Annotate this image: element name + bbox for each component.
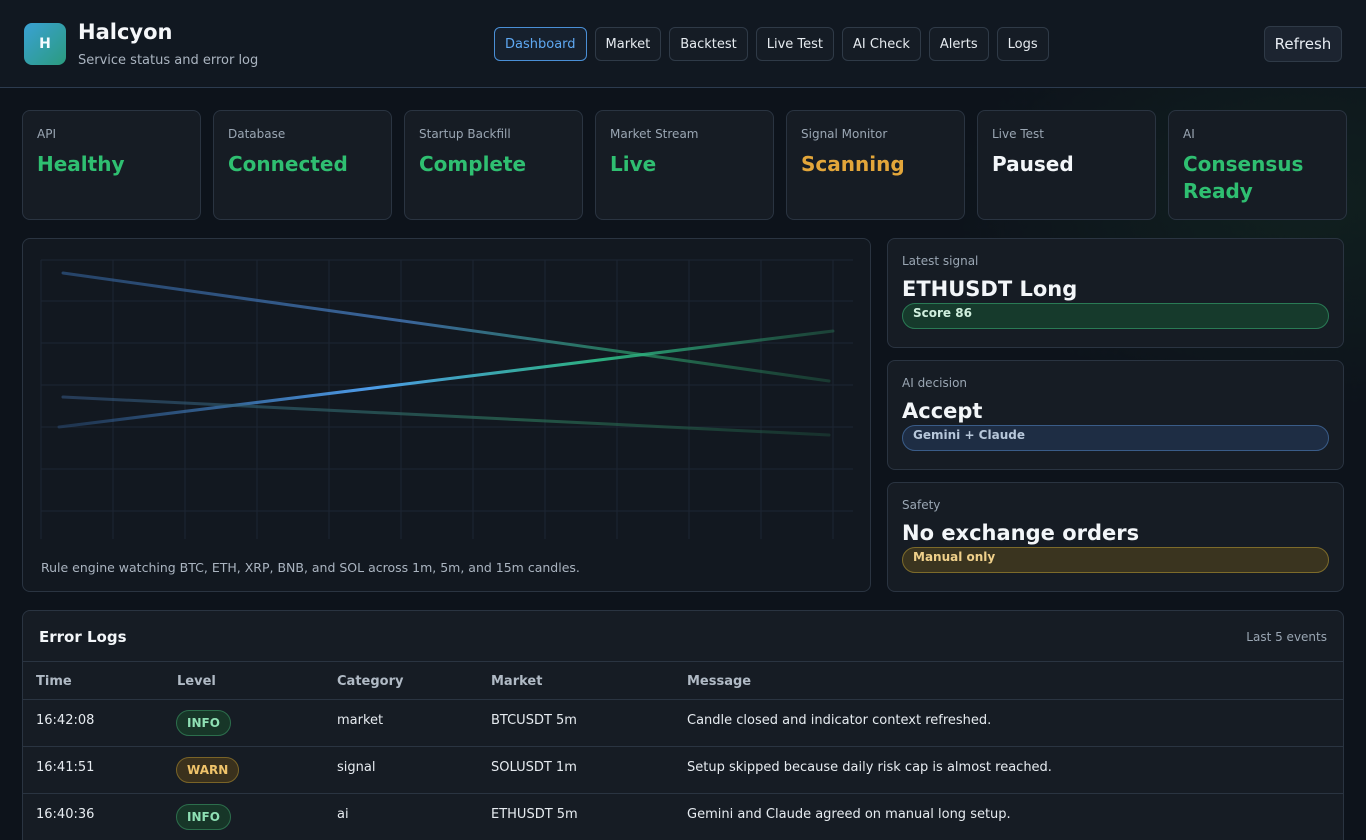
status-value: Paused bbox=[992, 152, 1074, 176]
card-label: Latest signal bbox=[902, 254, 979, 268]
level-badge: INFO bbox=[176, 710, 231, 736]
status-label: Signal Monitor bbox=[801, 127, 888, 141]
status-card-api: API Healthy bbox=[22, 110, 201, 220]
main-nav: Dashboard Market Backtest Live Test AI C… bbox=[494, 27, 1049, 61]
column-level: Level bbox=[177, 674, 216, 689]
decorative-chart bbox=[40, 259, 853, 539]
market-visual-panel: Rule engine watching BTC, ETH, XRP, BNB,… bbox=[22, 238, 871, 592]
card-label: AI decision bbox=[902, 376, 968, 390]
status-value: Connected bbox=[228, 152, 348, 176]
level-badge: INFO bbox=[176, 804, 231, 830]
nav-market[interactable]: Market bbox=[594, 27, 662, 61]
chart-caption: Rule engine watching BTC, ETH, XRP, BNB,… bbox=[41, 560, 580, 575]
status-card-market-stream: Market Stream Live bbox=[595, 110, 774, 220]
status-cards: API Healthy Database Connected Startup B… bbox=[22, 110, 1347, 220]
logs-count: Last 5 events bbox=[1246, 630, 1327, 644]
level-badge: WARN bbox=[176, 757, 240, 783]
status-label: API bbox=[37, 127, 56, 141]
status-card-ai: AI Consensus Ready bbox=[1168, 110, 1347, 220]
status-value: Live bbox=[610, 152, 657, 176]
row-message: Gemini and Claude agreed on manual long … bbox=[687, 807, 1011, 822]
row-message: Setup skipped because daily risk cap is … bbox=[687, 760, 1052, 775]
app-subtitle: Service status and error log bbox=[78, 53, 259, 68]
nav-ai-check[interactable]: AI Check bbox=[842, 27, 921, 61]
score-badge: Score 86 bbox=[902, 303, 1329, 329]
card-label: Safety bbox=[902, 498, 941, 512]
nav-backtest[interactable]: Backtest bbox=[669, 27, 748, 61]
status-value: Scanning bbox=[801, 152, 905, 176]
models-badge: Gemini + Claude bbox=[902, 425, 1329, 451]
status-value: Healthy bbox=[37, 152, 125, 176]
table-row: 16:41:51 WARN signal SOLUSDT 1m Setup sk… bbox=[23, 747, 1343, 794]
row-message: Candle closed and indicator context refr… bbox=[687, 713, 992, 728]
status-card-startup-backfill: Startup Backfill Complete bbox=[404, 110, 583, 220]
status-card-database: Database Connected bbox=[213, 110, 392, 220]
ai-decision-card: AI decision Accept Gemini + Claude bbox=[887, 360, 1344, 470]
app-title: Halcyon bbox=[78, 20, 173, 44]
column-time: Time bbox=[36, 674, 72, 689]
error-logs-panel: Error Logs Last 5 events Time Level Cate… bbox=[22, 610, 1344, 840]
table-row: 16:42:08 INFO market BTCUSDT 5m Candle c… bbox=[23, 700, 1343, 747]
row-category: signal bbox=[337, 760, 376, 775]
card-title: Accept bbox=[902, 399, 983, 423]
row-market: BTCUSDT 5m bbox=[491, 713, 577, 728]
status-label: AI bbox=[1183, 127, 1195, 141]
status-card-live-test: Live Test Paused bbox=[977, 110, 1156, 220]
card-title: ETHUSDT Long bbox=[902, 277, 1078, 301]
status-label: Live Test bbox=[992, 127, 1044, 141]
nav-logs[interactable]: Logs bbox=[996, 27, 1049, 61]
row-time: 16:41:51 bbox=[36, 760, 95, 775]
status-label: Market Stream bbox=[610, 127, 699, 141]
app-logo: H bbox=[24, 23, 66, 65]
status-label: Startup Backfill bbox=[419, 127, 511, 141]
mode-badge: Manual only bbox=[902, 547, 1329, 573]
app-header: H Halcyon Service status and error log D… bbox=[0, 0, 1366, 88]
logs-table-header: Time Level Category Market Message bbox=[23, 661, 1343, 700]
row-market: ETHUSDT 5m bbox=[491, 807, 578, 822]
row-market: SOLUSDT 1m bbox=[491, 760, 577, 775]
latest-signal-card: Latest signal ETHUSDT Long Score 86 bbox=[887, 238, 1344, 348]
nav-dashboard[interactable]: Dashboard bbox=[494, 27, 587, 61]
nav-live-test[interactable]: Live Test bbox=[755, 27, 835, 61]
logs-title: Error Logs bbox=[39, 628, 127, 646]
safety-card: Safety No exchange orders Manual only bbox=[887, 482, 1344, 592]
status-label: Database bbox=[228, 127, 286, 141]
table-row: 16:40:36 INFO ai ETHUSDT 5m Gemini and C… bbox=[23, 794, 1343, 840]
card-title: No exchange orders bbox=[902, 521, 1140, 545]
row-time: 16:42:08 bbox=[36, 713, 95, 728]
column-market: Market bbox=[491, 674, 543, 689]
nav-alerts[interactable]: Alerts bbox=[928, 27, 989, 61]
status-value: Consensus Ready bbox=[1183, 152, 1304, 203]
row-category: ai bbox=[337, 807, 349, 822]
row-category: market bbox=[337, 713, 384, 728]
status-value: Complete bbox=[419, 152, 527, 176]
column-category: Category bbox=[337, 674, 404, 689]
row-time: 16:40:36 bbox=[36, 807, 95, 822]
column-message: Message bbox=[687, 674, 752, 689]
status-card-signal-monitor: Signal Monitor Scanning bbox=[786, 110, 965, 220]
refresh-button[interactable]: Refresh bbox=[1264, 26, 1342, 62]
